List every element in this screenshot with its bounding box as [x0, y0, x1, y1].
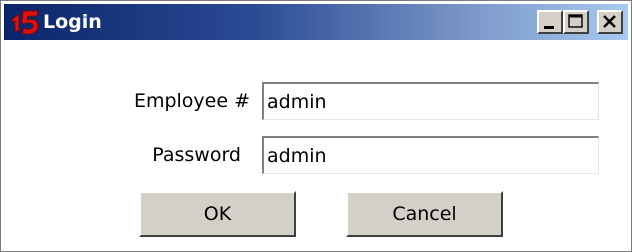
window-title: Login	[43, 11, 102, 33]
password-label: Password	[152, 144, 241, 166]
cancel-button[interactable]: Cancel	[346, 191, 503, 237]
maximize-icon	[568, 14, 583, 28]
minimize-button[interactable]	[537, 10, 563, 34]
close-button[interactable]	[597, 10, 623, 34]
employee-number-input[interactable]	[262, 82, 599, 120]
close-icon	[603, 15, 616, 28]
app-logo-icon	[10, 9, 42, 37]
minimize-icon	[544, 26, 554, 29]
title-bar[interactable]: Login	[4, 4, 628, 40]
employee-number-label: Employee #	[133, 90, 250, 112]
maximize-button[interactable]	[563, 10, 589, 34]
password-input[interactable]	[262, 136, 599, 174]
ok-button[interactable]: OK	[139, 191, 296, 237]
login-window: Login Employee # Password OK Cancel	[0, 0, 632, 252]
